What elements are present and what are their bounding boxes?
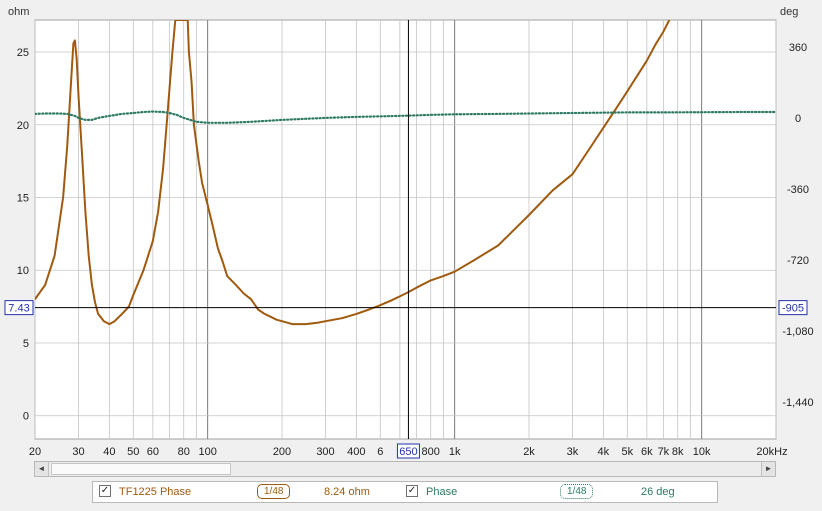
phase-legend-name: Phase (426, 486, 458, 498)
x-tick-label: 40 (103, 446, 115, 458)
y-left-tick-label: 0 (23, 411, 29, 423)
cursor-y-right-label: -905 (782, 303, 804, 315)
phase-smoothing-badge[interactable]: 1/48 (560, 484, 594, 499)
impedance-smoothing-badge[interactable]: 1/48 (257, 484, 291, 499)
y-right-tick-label: -1,080 (782, 326, 813, 338)
y-right-tick-label: 0 (795, 113, 801, 125)
impedance-legend-name: TF1225 Phase (119, 486, 192, 498)
x-tick-label: 100 (198, 446, 216, 458)
x-tick-label: 7k (658, 446, 670, 458)
x-tick-label: 2k (523, 446, 535, 458)
x-tick-label: 6 (377, 446, 383, 458)
x-tick-label: 4k (598, 446, 610, 458)
phase-checkbox[interactable]: ✓ (406, 485, 418, 497)
x-tick-label: 20kHz (756, 446, 787, 458)
cursor-y-left-label: 7.43 (8, 303, 29, 315)
x-tick-label: 6k (641, 446, 653, 458)
scroll-left-icon[interactable]: ◄ (35, 462, 49, 476)
y-left-tick-label: 10 (17, 265, 29, 277)
plot-area (34, 19, 777, 440)
x-tick-label: 80 (178, 446, 190, 458)
x-tick-label: 30 (72, 446, 84, 458)
x-tick-label: 20 (29, 446, 41, 458)
horizontal-scrollbar[interactable]: ◄ ► (34, 461, 776, 477)
x-tick-label: 10k (693, 446, 711, 458)
phase-cursor-value: 26 deg (641, 486, 675, 498)
y-left-tick-label: 5 (23, 338, 29, 350)
impedance-checkbox[interactable]: ✓ (99, 485, 111, 497)
x-tick-label: 200 (273, 446, 291, 458)
x-tick-label: 300 (316, 446, 334, 458)
legend-bar: ✓ TF1225 Phase 1/48 8.24 ohm ✓ Phase 1/4… (92, 481, 718, 503)
y-left-tick-label: 20 (17, 120, 29, 132)
x-tick-label: 60 (147, 446, 159, 458)
x-tick-label: 50 (127, 446, 139, 458)
y-right-tick-label: 360 (789, 42, 807, 54)
scroll-right-icon[interactable]: ► (761, 462, 775, 476)
x-tick-label: 800 (422, 446, 440, 458)
x-tick-label: 8k (672, 446, 684, 458)
impedance-chart[interactable]: 20 30 40 50 60 80 100 200 300 400 6 800 1k 2k 3k 4k 5k 6k… (0, 0, 822, 461)
y-right-tick-label: -1,440 (782, 397, 813, 409)
x-tick-label: 5k (621, 446, 633, 458)
x-tick-label: 400 (347, 446, 365, 458)
y-left-tick-label: 25 (17, 47, 29, 59)
x-tick-label: 3k (567, 446, 579, 458)
left-axis-unit: ohm (8, 6, 30, 18)
cursor-x-label: 650 (399, 446, 417, 458)
right-axis-unit: deg (780, 6, 799, 18)
y-left-tick-label: 15 (17, 192, 29, 204)
scrollbar-thumb[interactable] (51, 463, 231, 475)
impedance-cursor-value: 8.24 ohm (324, 486, 370, 498)
y-right-tick-label: -720 (787, 255, 809, 267)
y-right-tick-label: -360 (787, 184, 809, 196)
x-tick-label: 1k (449, 446, 461, 458)
